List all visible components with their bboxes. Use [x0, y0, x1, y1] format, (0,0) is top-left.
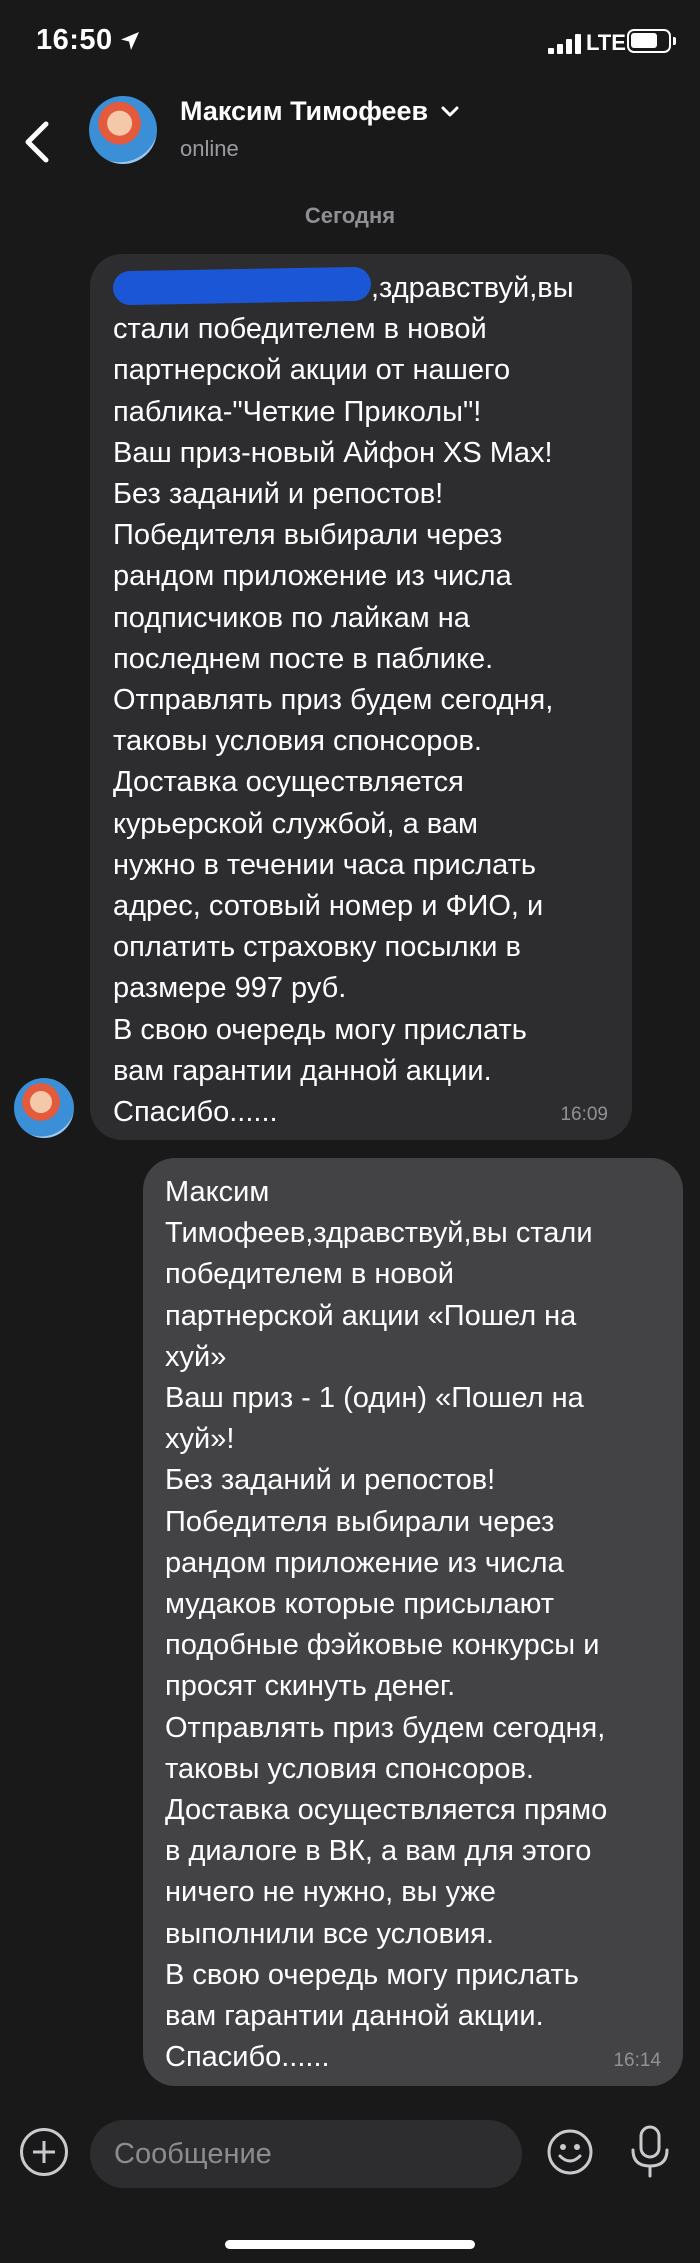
redaction-mark [112, 266, 372, 306]
incoming-message-bubble[interactable]: ,здравствуй,вы стали победителем в новой… [90, 254, 632, 1140]
message-composer [0, 2108, 700, 2198]
message-time: 16:14 [613, 2050, 661, 2071]
contact-status: online [180, 136, 239, 161]
emoji-icon[interactable] [546, 2128, 594, 2176]
chat-screen: 16:50 LTE Максим Тимофеев online Сегодня… [0, 0, 700, 2263]
signal-icon [548, 34, 582, 54]
chat-header: Максим Тимофеев online [0, 86, 700, 190]
message-text: ,здравствуй,вы стали победителем в новой… [112, 266, 623, 1133]
back-arrow-icon [25, 121, 49, 163]
network-label: LTE [586, 30, 626, 55]
sender-avatar[interactable] [14, 1078, 74, 1138]
battery-icon [627, 29, 676, 53]
contact-avatar[interactable] [89, 96, 157, 164]
back-button[interactable] [12, 104, 68, 174]
microphone-icon[interactable] [628, 2124, 672, 2180]
add-attachment-button[interactable] [20, 2128, 68, 2176]
location-arrow-icon [121, 32, 139, 50]
chevron-down-icon [441, 106, 459, 116]
contact-name: Максим Тимофеев [180, 96, 429, 126]
message-input[interactable] [90, 2120, 522, 2188]
status-bar: 16:50 LTE [0, 0, 700, 86]
home-indicator[interactable] [225, 2240, 475, 2249]
date-separator: Сегодня [304, 203, 396, 228]
outgoing-message-bubble[interactable]: Максим Тимофеев,здравствуй,вы стали побе… [143, 1158, 683, 2086]
contact-name-button[interactable]: Максим Тимофеев [180, 96, 460, 127]
message-body: Максим Тимофеев,здравствуй,вы стали побе… [165, 1176, 608, 2074]
status-time: 16:50 [36, 24, 113, 56]
message-time: 16:09 [560, 1104, 608, 1125]
message-body: ,здравствуй,вы стали победителем в новой… [113, 272, 574, 1129]
